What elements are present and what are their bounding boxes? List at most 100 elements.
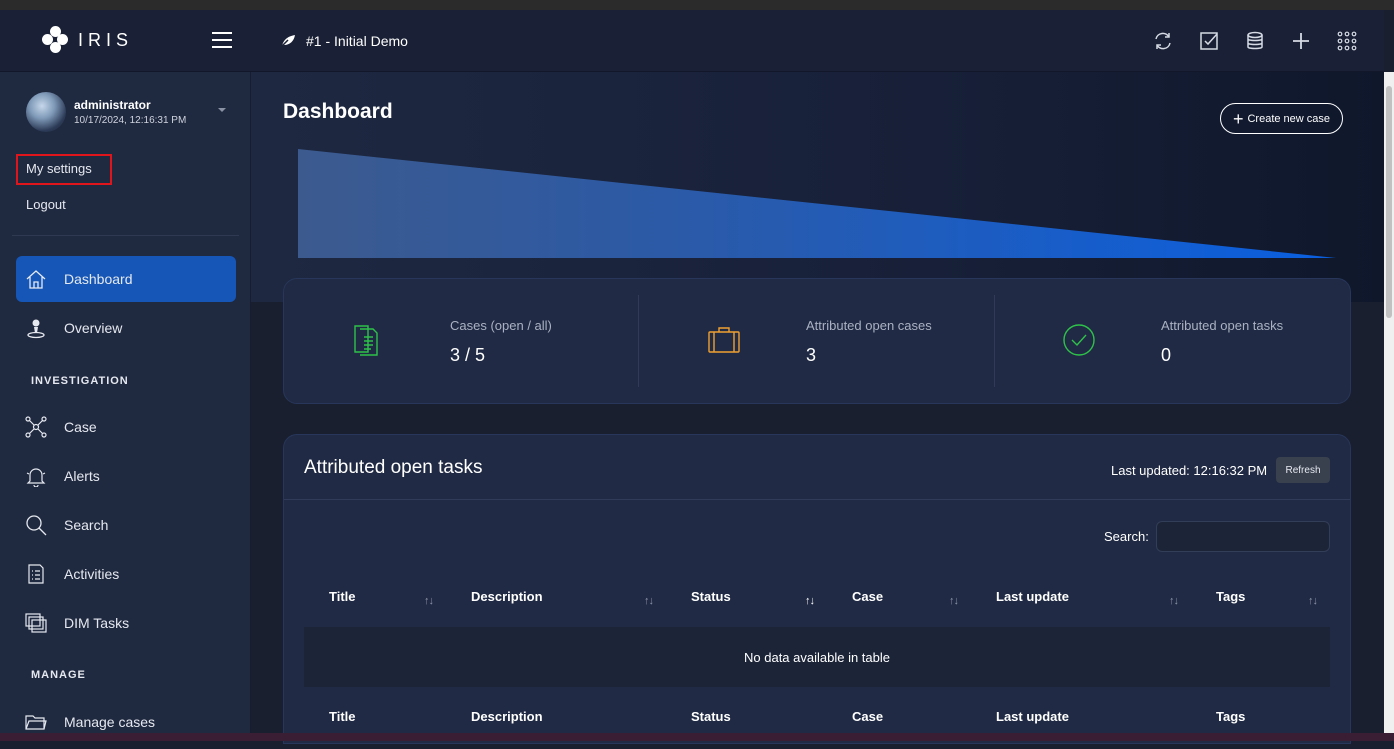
search-icon — [24, 513, 48, 537]
sidebar-item-overview[interactable]: Overview — [16, 305, 236, 351]
user-name: administrator — [74, 98, 151, 112]
window-top-strip — [0, 0, 1394, 10]
stat-cases: Cases (open / all) 3 / 5 — [284, 279, 640, 405]
logout-link[interactable]: Logout — [26, 197, 66, 212]
sort-icon[interactable]: ↑↓ — [949, 595, 959, 607]
sidebar-item-label: Search — [64, 517, 109, 533]
database-icon[interactable] — [1244, 30, 1266, 52]
user-timestamp: 10/17/2024, 12:16:31 PM — [74, 115, 187, 126]
bell-icon — [24, 464, 48, 488]
stat-open-cases: Attributed open cases 3 — [640, 279, 996, 405]
scrollbar-thumb[interactable] — [1386, 86, 1392, 318]
tasks-title: Attributed open tasks — [304, 457, 483, 478]
sort-asc-icon[interactable]: ↑↓ — [805, 595, 815, 607]
footer-description: Description — [471, 709, 543, 724]
sidebar-item-label: Activities — [64, 566, 120, 582]
avatar — [26, 92, 66, 132]
sort-icon[interactable]: ↑↓ — [644, 595, 654, 607]
current-case[interactable]: #1 - Initial Demo — [280, 33, 408, 49]
document-icon — [352, 323, 384, 357]
home-icon — [24, 267, 48, 291]
case-title-text: #1 - Initial Demo — [306, 33, 408, 49]
stat-value: 0 — [1161, 345, 1172, 365]
column-title[interactable]: Title — [329, 589, 356, 604]
sidebar-item-alerts[interactable]: Alerts — [16, 453, 236, 499]
logo-text: IRIS — [78, 29, 134, 50]
stat-label: Attributed open tasks — [1161, 318, 1284, 333]
network-icon — [24, 415, 48, 439]
column-tags[interactable]: Tags — [1216, 589, 1245, 604]
top-navbar: IRIS #1 - Initial Demo — [0, 10, 1384, 72]
column-status[interactable]: Status — [691, 589, 731, 604]
check-circle-icon — [1063, 323, 1095, 357]
folder-icon — [24, 710, 48, 734]
column-description[interactable]: Description — [471, 589, 543, 604]
sidebar-item-search[interactable]: Search — [16, 502, 236, 548]
table-header: Title ↑↓ Description ↑↓ Status ↑↓ Case ↑… — [304, 589, 1330, 629]
footer-case: Case — [852, 709, 884, 724]
footer-status: Status — [691, 709, 731, 724]
menu-toggle-icon[interactable] — [212, 32, 232, 48]
sidebar-item-label: DIM Tasks — [64, 615, 130, 631]
map-pin-icon — [24, 316, 48, 340]
sidebar-item-case[interactable]: Case — [16, 404, 236, 450]
chevron-down-icon[interactable] — [218, 108, 226, 112]
sidebar-item-label: Alerts — [64, 468, 100, 484]
last-updated: Last updated: 12:16:32 PM — [1111, 463, 1268, 478]
sidebar: administrator 10/17/2024, 12:16:31 PM My… — [0, 72, 251, 733]
stats-card: Cases (open / all) 3 / 5 Attributed open… — [283, 278, 1351, 404]
stat-open-tasks: Attributed open tasks 0 — [995, 279, 1351, 405]
top-actions — [1152, 30, 1358, 52]
apps-grid-icon[interactable] — [1336, 30, 1358, 52]
create-new-case-button[interactable]: + Create new case — [1220, 103, 1343, 134]
sidebar-item-label: Case — [64, 419, 97, 435]
stat-value: 3 — [806, 345, 817, 365]
footer-last-update: Last update — [996, 709, 1069, 724]
user-info: administrator 10/17/2024, 12:16:31 PM — [74, 98, 186, 126]
stat-divider — [638, 295, 639, 387]
plus-icon[interactable] — [1290, 30, 1312, 52]
stat-value: 3 / 5 — [450, 345, 486, 365]
briefcase-icon — [708, 323, 740, 357]
column-last-update[interactable]: Last update — [996, 589, 1069, 604]
sort-icon[interactable]: ↑↓ — [1169, 595, 1179, 607]
stat-label: Attributed open cases — [806, 318, 932, 333]
page-title: Dashboard — [283, 100, 393, 123]
search-input[interactable] — [1156, 521, 1330, 552]
hero-wedge — [298, 149, 1336, 258]
dashboard-hero — [251, 72, 1384, 302]
sync-icon[interactable] — [1152, 30, 1174, 52]
window-bottom-strip — [0, 733, 1394, 741]
plus-icon: + — [1232, 108, 1244, 129]
tasks-check-icon[interactable] — [1198, 30, 1220, 52]
sidebar-item-dashboard[interactable]: Dashboard — [16, 256, 236, 302]
footer-title: Title — [329, 709, 356, 724]
create-button-label: Create new case — [1247, 112, 1331, 125]
my-settings-link[interactable]: My settings — [16, 154, 112, 185]
sidebar-divider — [12, 235, 239, 236]
card-divider — [284, 499, 1350, 500]
sidebar-item-label: Dashboard — [64, 271, 133, 287]
sidebar-item-dim-tasks[interactable]: DIM Tasks — [16, 600, 236, 646]
page-scrollbar[interactable] — [1384, 72, 1394, 733]
attributed-tasks-card: Attributed open tasks Last updated: 12:1… — [283, 434, 1351, 744]
app-logo[interactable]: IRIS — [42, 26, 133, 54]
footer-tags: Tags — [1216, 709, 1246, 724]
logo-icon — [42, 26, 70, 54]
search-label: Search: — [1104, 529, 1149, 544]
refresh-button[interactable]: Refresh — [1276, 457, 1330, 483]
sort-icon[interactable]: ↑↓ — [1308, 595, 1318, 607]
section-manage: MANAGE — [31, 669, 86, 681]
section-investigation: INVESTIGATION — [31, 375, 129, 387]
table-footer: Title Description Status Case Last updat… — [304, 709, 1330, 749]
clipboard-icon — [24, 562, 48, 586]
sidebar-item-label: Overview — [64, 320, 123, 336]
stat-label: Cases (open / all) — [450, 318, 552, 333]
user-profile[interactable]: administrator 10/17/2024, 12:16:31 PM — [26, 92, 186, 132]
leaf-icon — [280, 35, 295, 48]
column-case[interactable]: Case — [852, 589, 883, 604]
sort-icon[interactable]: ↑↓ — [424, 595, 434, 607]
main-content: Dashboard + Create new case Cases (open … — [251, 72, 1384, 744]
empty-table-row: No data available in table — [304, 627, 1330, 687]
sidebar-item-activities[interactable]: Activities — [16, 551, 236, 597]
